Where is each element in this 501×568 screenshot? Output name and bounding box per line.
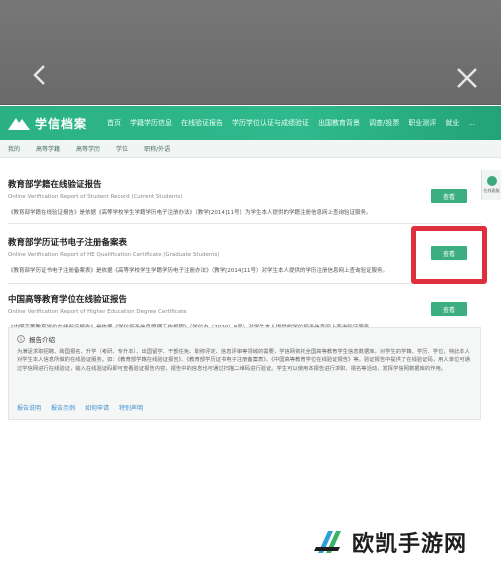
logo-icon — [8, 118, 30, 130]
info-links: 报告说明 报告示例 如何申请 特别声明 — [17, 403, 153, 412]
card-description: 《教育部学籍在线验证报告》是依据《高等学校学生学籍学历电子注册办法》（教学[20… — [8, 210, 372, 216]
app-top-bar — [0, 0, 501, 105]
view-button-student-record[interactable]: 查看 — [431, 189, 467, 203]
online-service-chip[interactable]: 在线客服 — [481, 170, 501, 200]
watermark-text: 欧凯手游网 — [352, 531, 468, 557]
close-button[interactable] — [447, 58, 487, 98]
nav-item-home[interactable]: 首页 — [107, 118, 121, 128]
sub-navigation: 我的 高等学籍 高等学历 学位 职称/外语 — [0, 140, 501, 158]
link-report-sample[interactable]: 报告示例 — [51, 403, 75, 412]
nav-item-abroad[interactable]: 出国教育背景 — [318, 118, 360, 128]
nav-item-assessment[interactable]: 职业测评 — [408, 118, 436, 128]
subnav-item-qualification[interactable]: 高等学历 — [76, 144, 100, 153]
view-button-degree[interactable]: 查看 — [431, 302, 467, 316]
card-subtitle: Online Verification Report of Higher Edu… — [8, 309, 187, 315]
subnav-item-mine[interactable]: 我的 — [8, 144, 20, 153]
subnav-item-degree[interactable]: 学位 — [116, 144, 128, 153]
chevron-left-icon — [33, 65, 45, 85]
link-special-statement[interactable]: 特别声明 — [119, 403, 143, 412]
nav-item-more[interactable]: ... — [468, 119, 475, 127]
service-icon — [486, 176, 497, 186]
highlight-box — [411, 226, 487, 284]
nav-item-records[interactable]: 学籍学历信息 — [130, 118, 172, 128]
info-header: 报告介绍 — [17, 334, 55, 344]
report-intro-box: 报告介绍 为满足求职招聘、跨国报名、升学（考研、专升本）、出国留学、干部任免、职… — [8, 327, 481, 420]
site-logo[interactable]: 学信档案 — [8, 115, 87, 132]
nav-item-jobs[interactable]: 就业 — [445, 118, 459, 128]
subnav-item-student-record[interactable]: 高等学籍 — [36, 144, 60, 153]
nav-item-survey[interactable]: 调查/投票 — [369, 118, 399, 128]
close-icon — [457, 68, 477, 88]
card-subtitle: Online Verification Report of Student Re… — [8, 194, 183, 200]
back-button[interactable] — [22, 58, 56, 92]
info-text: 为满足求职招聘、跨国报名、升学（考研、专升本）、出国留学、干部任免、职称评定、信… — [17, 349, 470, 372]
report-card-student-record: 教育部学籍在线验证报告 Online Verification Report o… — [8, 178, 481, 216]
logo-text: 学信档案 — [35, 116, 88, 131]
report-card-degree: 中国高等教育学位在线验证报告 Online Verification Repor… — [8, 293, 481, 331]
divider — [8, 223, 481, 224]
site-header: 学信档案 首页 学籍学历信息 在线验证报告 学历学位认证与成绩验证 出国教育背景… — [0, 106, 501, 140]
info-title: 报告介绍 — [29, 336, 55, 344]
subnav-item-title-language[interactable]: 职称/外语 — [144, 144, 170, 153]
link-how-to-apply[interactable]: 如何申请 — [85, 403, 109, 412]
link-report-description[interactable]: 报告说明 — [17, 403, 41, 412]
watermark-logo-icon — [314, 530, 341, 553]
card-title: 中国高等教育学位在线验证报告 — [8, 295, 128, 305]
divider — [8, 283, 481, 284]
service-label: 在线客服 — [483, 188, 500, 193]
card-title: 教育部学籍在线验证报告 — [8, 180, 102, 190]
watermark: 欧凯手游网 — [300, 515, 501, 568]
info-icon — [17, 335, 25, 343]
nav-item-verification[interactable]: 在线验证报告 — [181, 118, 223, 128]
nav-item-certification[interactable]: 学历学位认证与成绩验证 — [232, 118, 309, 128]
